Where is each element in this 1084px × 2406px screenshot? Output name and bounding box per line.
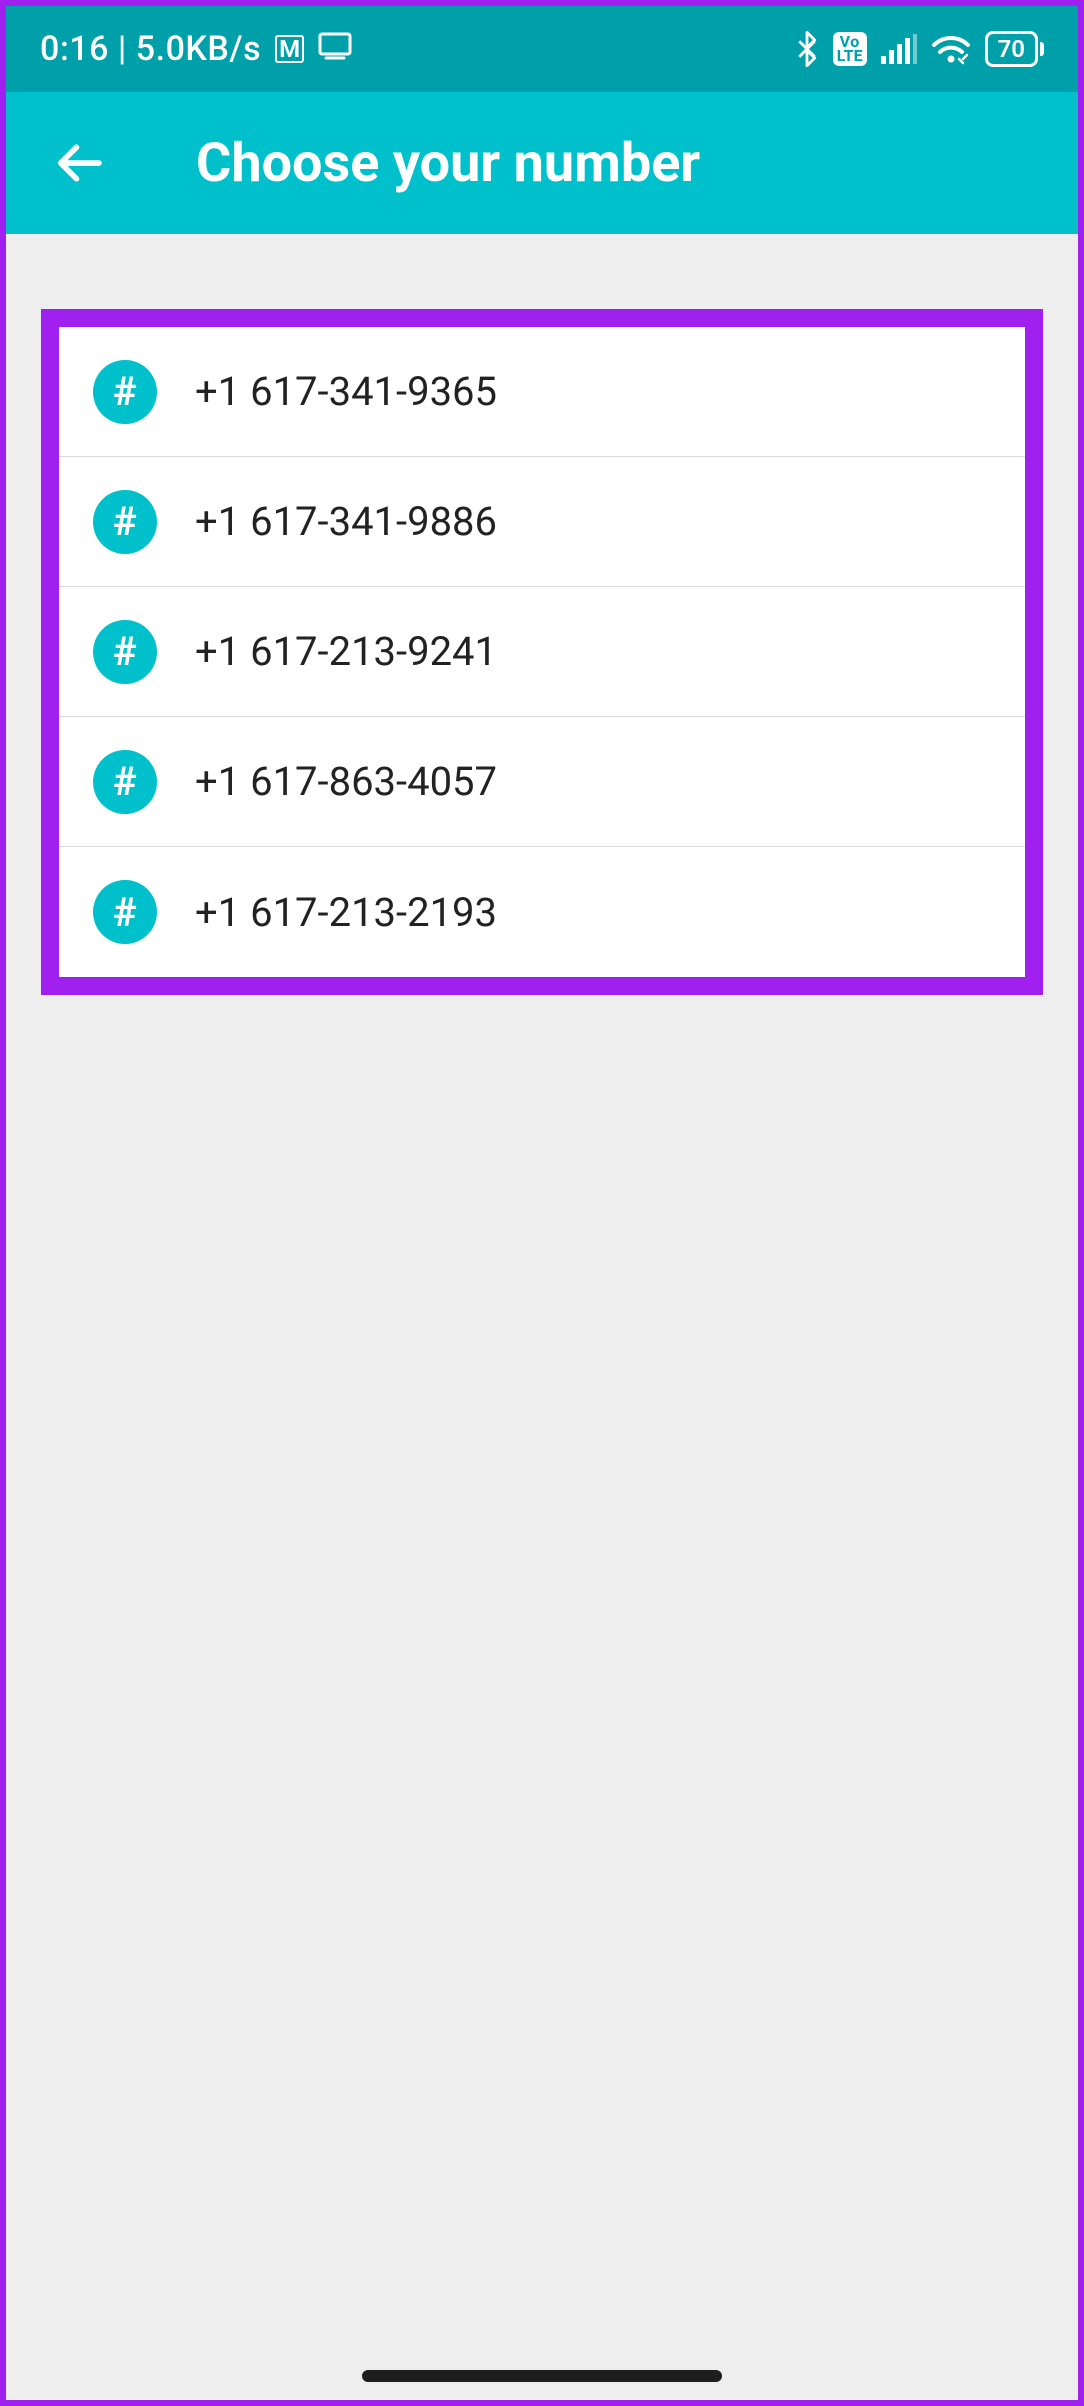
volte-icon: Vo LTE	[833, 32, 867, 66]
app-bar: Choose your number	[6, 92, 1078, 234]
volte-bottom: LTE	[837, 49, 863, 63]
number-list: # +1 617-341-9365 # +1 617-341-9886 # +1…	[59, 327, 1025, 977]
signal-icon	[881, 34, 917, 64]
net-speed-text: 5.0KB/s	[136, 29, 261, 69]
status-time: 0:16 | 5.0KB/s	[40, 29, 261, 69]
battery-tip	[1040, 42, 1044, 56]
battery-pct: 70	[985, 31, 1038, 67]
gesture-nav-bar[interactable]	[362, 2370, 722, 2382]
wifi-icon	[931, 33, 971, 65]
hash-icon: #	[93, 360, 157, 424]
phone-number: +1 617-213-2193	[195, 889, 497, 936]
arrow-left-icon	[54, 136, 108, 190]
hash-icon: #	[93, 490, 157, 554]
number-row[interactable]: # +1 617-863-4057	[59, 717, 1025, 847]
number-list-highlight: # +1 617-341-9365 # +1 617-341-9886 # +1…	[41, 309, 1043, 995]
number-row[interactable]: # +1 617-341-9886	[59, 457, 1025, 587]
number-row[interactable]: # +1 617-213-2193	[59, 847, 1025, 977]
hash-icon: #	[93, 880, 157, 944]
cast-icon	[318, 32, 352, 66]
page-title: Choose your number	[196, 132, 700, 195]
phone-number: +1 617-863-4057	[195, 758, 497, 805]
status-bar: 0:16 | 5.0KB/s M Vo LTE	[6, 6, 1078, 92]
hash-icon: #	[93, 750, 157, 814]
battery-icon: 70	[985, 31, 1044, 67]
back-button[interactable]	[46, 128, 116, 198]
status-left: 0:16 | 5.0KB/s M	[40, 29, 352, 69]
clock-text: 0:16	[40, 29, 109, 69]
number-row[interactable]: # +1 617-213-9241	[59, 587, 1025, 717]
phone-number: +1 617-213-9241	[195, 628, 497, 675]
phone-number: +1 617-341-9365	[195, 368, 497, 415]
content-spacer	[6, 234, 1078, 274]
gmail-icon: M	[275, 35, 304, 63]
hash-icon: #	[93, 620, 157, 684]
status-right: Vo LTE	[795, 31, 1044, 67]
number-row[interactable]: # +1 617-341-9365	[59, 327, 1025, 457]
phone-number: +1 617-341-9886	[195, 498, 497, 545]
bluetooth-icon	[795, 31, 819, 67]
device-frame: 0:16 | 5.0KB/s M Vo LTE	[0, 0, 1084, 2406]
status-sep: |	[118, 29, 136, 69]
